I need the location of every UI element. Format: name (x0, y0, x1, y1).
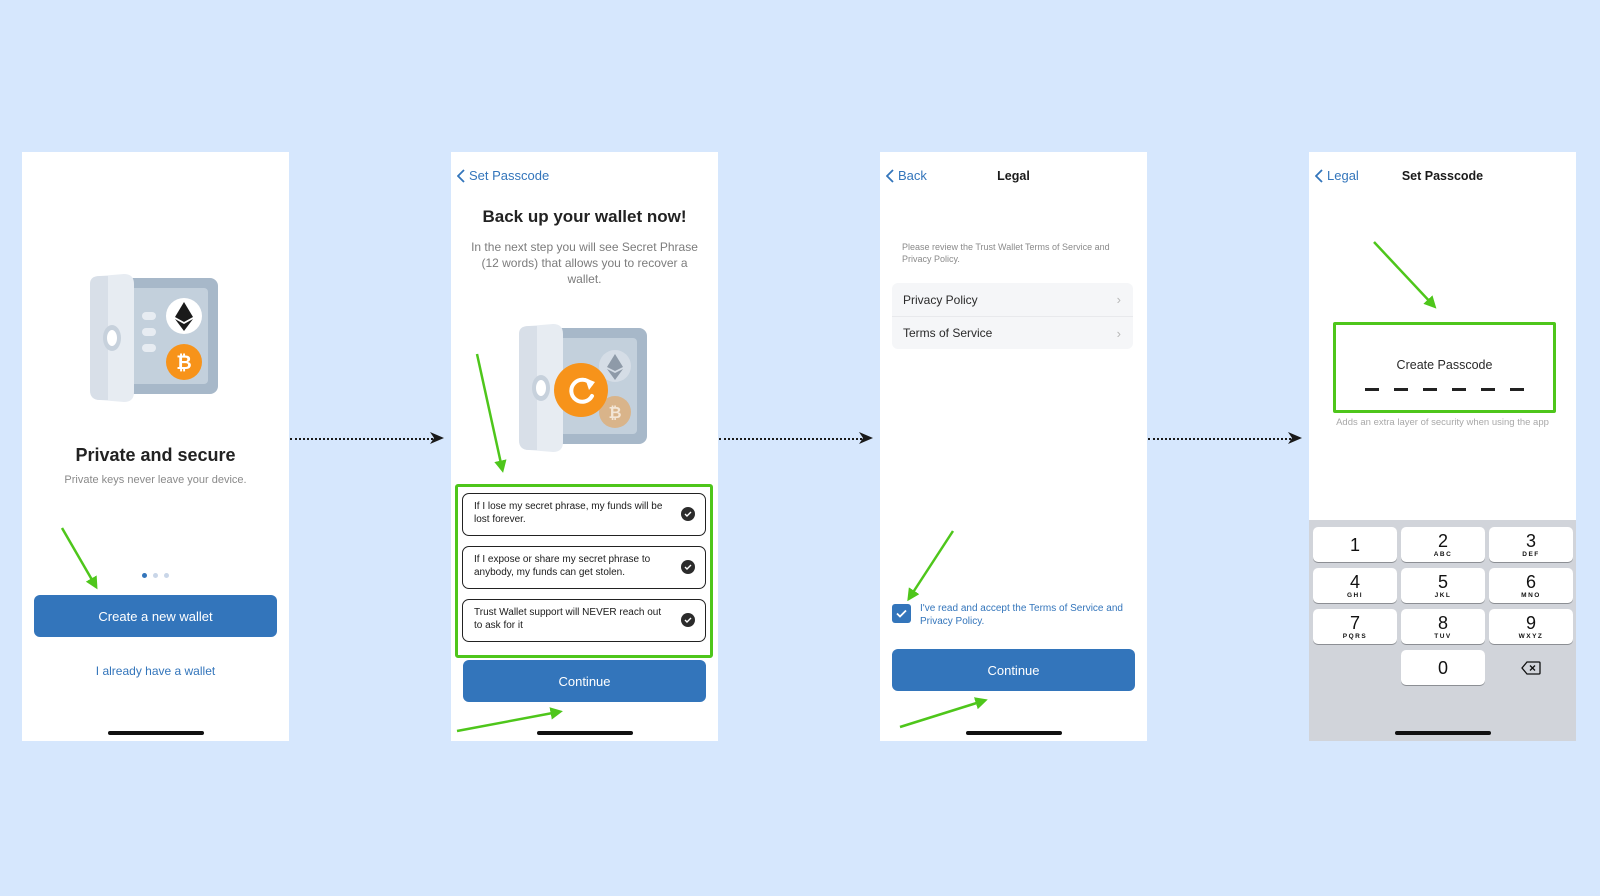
page-dot[interactable] (164, 573, 169, 578)
continue-button[interactable]: Continue (892, 649, 1135, 691)
agreement-text: If I expose or share my secret phrase to… (474, 554, 651, 578)
have-wallet-link[interactable]: I already have a wallet (22, 664, 289, 678)
backup-safe-illustration: ₿ (519, 324, 647, 452)
agreement-text: If I lose my secret phrase, my funds wil… (474, 501, 663, 525)
passcode-help-text: Adds an extra layer of security when usi… (1336, 417, 1549, 428)
checkmark-icon (896, 609, 907, 618)
key-7[interactable]: 7 PQRS (1313, 609, 1397, 644)
key-2[interactable]: 2 ABC (1401, 527, 1485, 562)
check-icon (681, 613, 695, 627)
key-number: 8 (1437, 612, 1448, 633)
page-title: Legal (997, 169, 1030, 183)
privacy-policy-row[interactable]: Privacy Policy › (892, 283, 1133, 316)
passcode-slot (1481, 388, 1495, 391)
page-dot[interactable] (153, 573, 158, 578)
arrow-right-icon (1288, 432, 1302, 444)
welcome-title: Private and secure (75, 445, 236, 465)
page-indicator[interactable] (22, 573, 289, 578)
screen-legal: Back Legal Please review the Trust Walle… (880, 152, 1147, 741)
key-1[interactable]: 1 (1313, 527, 1397, 562)
create-passcode-label: Create Passcode (1396, 358, 1493, 372)
accept-checkbox[interactable] (892, 604, 911, 623)
back-button[interactable]: Set Passcode (457, 168, 549, 183)
key-letters: WXYZ (1518, 632, 1544, 640)
svg-text:₿: ₿ (608, 403, 621, 422)
row-label: Terms of Service (903, 326, 993, 340)
flow-arrow-line (719, 438, 862, 440)
svg-text:₿: ₿ (176, 352, 191, 374)
key-number: 9 (1525, 612, 1536, 633)
key-letters: GHI (1346, 591, 1364, 599)
key-3[interactable]: 3 DEF (1489, 527, 1573, 562)
agreement-item[interactable]: If I expose or share my secret phrase to… (462, 546, 706, 589)
home-indicator (965, 731, 1062, 735)
key-number: 7 (1349, 612, 1360, 633)
passcode-slot (1394, 388, 1408, 391)
key-number: 0 (1437, 657, 1448, 678)
home-indicator (107, 731, 204, 735)
chevron-left-icon (457, 168, 465, 183)
agreement-text: Trust Wallet support will NEVER reach ou… (474, 607, 662, 631)
key-0[interactable]: 0 (1401, 650, 1485, 685)
passcode-box[interactable]: Create Passcode (1333, 322, 1556, 413)
key-number: 6 (1525, 571, 1536, 592)
passcode-digits (1336, 388, 1553, 391)
create-wallet-button[interactable]: Create a new wallet (34, 595, 277, 637)
key-number: 2 (1437, 530, 1448, 551)
key-number: 3 (1525, 530, 1536, 551)
flow-arrow-line (290, 438, 433, 440)
key-number: 4 (1349, 571, 1360, 592)
key-number: 1 (1349, 534, 1360, 555)
continue-button[interactable]: Continue (463, 660, 706, 702)
key-9[interactable]: 9 WXYZ (1489, 609, 1573, 644)
key-letters: ABC (1433, 550, 1453, 558)
key-4[interactable]: 4 GHI (1313, 568, 1397, 603)
agreement-item[interactable]: If I lose my secret phrase, my funds wil… (462, 493, 706, 536)
passcode-slot (1365, 388, 1379, 391)
accept-text: I've read and accept the Terms of Servic… (920, 603, 1123, 627)
wallet-safe-illustration: ₿ (90, 274, 218, 402)
key-number: 5 (1437, 571, 1448, 592)
legal-list: Privacy Policy › Terms of Service › (892, 283, 1133, 349)
screen-set-passcode: Legal Set Passcode Create Passcode Adds … (1309, 152, 1576, 741)
key-letters: PQRS (1342, 632, 1368, 640)
review-text: Please review the Trust Wallet Terms of … (902, 242, 1110, 264)
backspace-icon (1521, 660, 1541, 675)
key-letters: TUV (1434, 632, 1452, 640)
check-icon (681, 507, 695, 521)
key-letters: DEF (1522, 550, 1540, 558)
row-label: Privacy Policy (903, 292, 978, 307)
back-label: Set Passcode (469, 168, 550, 183)
terms-of-service-row[interactable]: Terms of Service › (892, 316, 1133, 349)
key-letters: MNO (1521, 591, 1541, 599)
passcode-slot (1510, 388, 1524, 391)
welcome-subtitle: Private keys never leave your device. (64, 474, 247, 486)
screen-welcome: ₿ Private and secure Private keys never … (22, 152, 289, 741)
page-dot-active[interactable] (142, 573, 147, 578)
key-5[interactable]: 5 JKL (1401, 568, 1485, 603)
arrow-right-icon (430, 432, 444, 444)
backup-title: Back up your wallet now! (482, 207, 687, 226)
key-8[interactable]: 8 TUV (1401, 609, 1485, 644)
chevron-right-icon: › (1116, 292, 1121, 307)
home-indicator (1394, 731, 1491, 735)
key-letters: JKL (1434, 591, 1452, 599)
flow-arrow-line (1148, 438, 1291, 440)
key-6[interactable]: 6 MNO (1489, 568, 1573, 603)
page-title: Set Passcode (1401, 169, 1484, 183)
check-icon (681, 560, 695, 574)
arrow-right-icon (859, 432, 873, 444)
home-indicator (536, 731, 633, 735)
accept-terms-row[interactable]: I've read and accept the Terms of Servic… (892, 603, 1137, 628)
chevron-right-icon: › (1116, 325, 1121, 341)
passcode-slot (1452, 388, 1466, 391)
screen-backup: Set Passcode Back up your wallet now! In… (451, 152, 718, 741)
backup-description: In the next step you will see Secret Phr… (471, 240, 698, 286)
passcode-slot (1423, 388, 1437, 391)
numeric-keypad: 1 2 ABC 3 DEF 4 GHI 5 JKL 6 MNO 7 PQRS 8 TUV 9W… (1309, 520, 1576, 741)
delete-key[interactable] (1489, 650, 1573, 685)
agreement-item[interactable]: Trust Wallet support will NEVER reach ou… (462, 599, 706, 642)
